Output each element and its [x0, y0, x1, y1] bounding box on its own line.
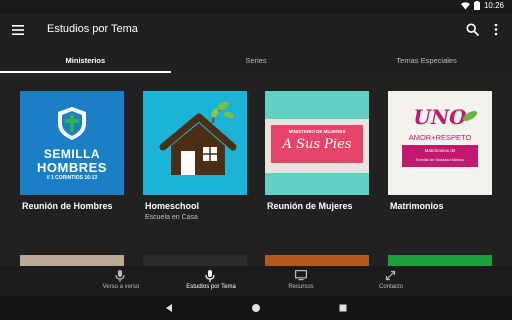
card-thumbnail	[143, 91, 247, 195]
nav-verso-a-verso[interactable]: Verso a verso	[76, 266, 166, 296]
card-thumbnail: UNO AMOR+RESPETO Matrimonios de Semilla …	[388, 91, 492, 195]
battery-icon	[473, 1, 480, 10]
card-art-top-band	[265, 91, 369, 119]
system-nav-bar	[0, 296, 512, 320]
search-icon[interactable]	[466, 23, 479, 36]
card-matrimonios[interactable]: UNO AMOR+RESPETO Matrimonios de Semilla …	[388, 91, 492, 211]
app-bar: Estudios por Tema	[0, 14, 512, 47]
house-icon	[159, 101, 237, 175]
card-title: Homeschool	[145, 201, 200, 211]
card-art-line3: Matrimonios de	[424, 148, 456, 153]
home-icon[interactable]	[251, 303, 261, 313]
card-subtitle: Escuela en Casa	[145, 214, 198, 221]
card-row2-2[interactable]	[143, 255, 247, 266]
card-art-line2: A Sus Pies	[282, 137, 352, 152]
mic-icon	[205, 270, 215, 282]
nav-estudios-por-tema[interactable]: Estudios por Tema	[166, 266, 256, 296]
nav-label: Contacto	[378, 284, 403, 290]
wifi-icon	[460, 1, 470, 10]
card-thumbnail: SEMILLA HOMBRES // 1 CORINTIOS 16:13	[20, 91, 124, 195]
nav-label: Verso a verso	[102, 284, 140, 290]
card-art-line2: AMOR+RESPETO	[408, 133, 472, 142]
back-icon[interactable]	[164, 303, 174, 313]
card-row2-4[interactable]	[388, 255, 492, 266]
nav-contacto[interactable]: Contacto	[346, 266, 436, 296]
menu-icon[interactable]	[12, 25, 24, 35]
leaf-icon	[462, 110, 478, 122]
arrows-icon	[385, 270, 396, 281]
recents-icon[interactable]	[338, 303, 348, 313]
nav-recursos[interactable]: Recursos	[256, 266, 346, 296]
card-title: Matrimonios	[390, 201, 444, 211]
card-reunion-hombres[interactable]: SEMILLA HOMBRES // 1 CORINTIOS 16:13 Reu…	[20, 91, 124, 211]
mic-icon	[115, 270, 125, 282]
monitor-icon	[295, 270, 307, 281]
card-homeschool[interactable]: Homeschool Escuela en Casa	[143, 91, 247, 221]
bottom-nav: Verso a verso Estudios por Tema Recursos…	[0, 266, 512, 296]
card-art-line1: SEMILLA	[43, 147, 101, 161]
content-grid: SEMILLA HOMBRES // 1 CORINTIOS 16:13 Reu…	[0, 73, 512, 266]
nav-label: Recursos	[288, 284, 314, 290]
status-bar: 10:26	[0, 0, 512, 14]
card-title: Reunión de Mujeres	[267, 201, 353, 211]
tab-bar: Ministerios Series Temas Especiales	[0, 47, 512, 73]
tab-ministerios[interactable]: Ministerios	[0, 47, 171, 73]
more-options-icon[interactable]	[493, 23, 499, 36]
card-reunion-mujeres[interactable]: MINISTERIO DE MUJERES A Sus Pies Reunión…	[265, 91, 369, 211]
card-art-line4: Semilla de Mostaza México	[415, 157, 465, 162]
card-art-line1: MINISTERIO DE MUJERES	[288, 129, 346, 134]
status-time: 10:26	[483, 1, 504, 10]
card-row2-3[interactable]	[265, 255, 369, 266]
nav-label: Estudios por Tema	[186, 284, 236, 290]
card-art-bottom-band	[265, 173, 369, 195]
card-row2-1[interactable]	[20, 255, 124, 266]
card-art-line2: HOMBRES	[37, 160, 107, 175]
tab-series[interactable]: Series	[171, 47, 342, 73]
card-title: Reunión de Hombres	[22, 201, 113, 211]
card-thumbnail: MINISTERIO DE MUJERES A Sus Pies	[265, 91, 369, 195]
card-art-line3: // 1 CORINTIOS 16:13	[46, 175, 98, 181]
page-title: Estudios por Tema	[47, 23, 138, 35]
status-icons: 10:26	[460, 1, 504, 10]
tab-temas-especiales[interactable]: Temas Especiales	[341, 47, 512, 73]
